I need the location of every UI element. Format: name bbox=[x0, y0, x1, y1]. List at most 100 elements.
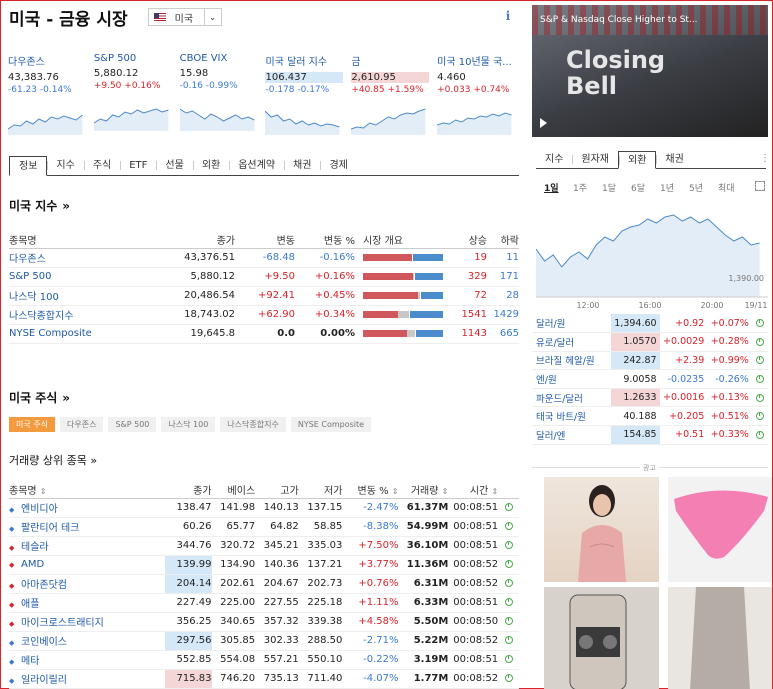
table-row[interactable]: ◆ AMD 139.99 134.90 140.36 137.21 +3.77% 11.36M… bbox=[9, 555, 519, 575]
table-row[interactable]: ◆ 마이크로스트래티지 356.25 340.65 357.32 339.38 +4.58%… bbox=[9, 612, 519, 632]
tab-0[interactable]: 정보 bbox=[9, 156, 48, 176]
table-row[interactable]: 파운드/달러 1.2633 +0.0016 +0.13% bbox=[532, 388, 768, 408]
country-select[interactable]: 미국 ⌄ bbox=[147, 8, 222, 26]
more-vertical-icon[interactable]: ⋮ bbox=[760, 153, 770, 164]
ticker-card[interactable]: CBOE VIX 15.98 -0.16 -0.99% bbox=[179, 53, 266, 135]
stock-name-cell[interactable]: ◆ 일라이릴리 bbox=[9, 669, 165, 689]
pair-name[interactable]: 브라질 헤알/원 bbox=[532, 351, 611, 371]
column-header[interactable]: 고가 bbox=[255, 481, 299, 499]
ad-image-blouse[interactable] bbox=[544, 477, 659, 582]
period-option[interactable]: 5년 bbox=[689, 181, 718, 194]
column-header[interactable]: 종목명 ⇕ bbox=[9, 481, 165, 499]
table-row[interactable]: 태국 바트/원 40.188 +0.205 +0.51% bbox=[532, 406, 768, 427]
stock-name-cell[interactable]: ◆ 애플 bbox=[9, 593, 165, 613]
tab-1[interactable]: 지수 bbox=[47, 156, 83, 175]
filter-chip[interactable]: S&P 500 bbox=[108, 417, 157, 432]
pair-name[interactable]: 태국 바트/원 bbox=[532, 406, 611, 427]
table-row[interactable]: 엔/원 9.0058 -0.0235 -0.26% bbox=[532, 369, 768, 389]
filter-chip[interactable]: NYSE Composite bbox=[290, 417, 372, 432]
table-row[interactable]: 달러/원 1,394.60 +0.92 +0.07% bbox=[532, 314, 768, 334]
pair-name[interactable]: 엔/원 bbox=[532, 369, 611, 389]
info-icon[interactable]: i bbox=[501, 9, 515, 23]
stock-name-cell[interactable]: ◆ 마이크로스트래티지 bbox=[9, 612, 165, 632]
column-header[interactable]: 거래량 ⇕ bbox=[398, 481, 449, 499]
index-name[interactable]: 나스닥종합지수 bbox=[9, 305, 139, 325]
period-option[interactable]: 6달 bbox=[631, 181, 660, 194]
ticker-card[interactable]: 다우존스 43,383.76 -61.23 -0.14% bbox=[8, 53, 94, 135]
stocks-heading[interactable]: 미국 주식 » bbox=[9, 389, 70, 406]
pair-name[interactable]: 유로/달러 bbox=[532, 332, 611, 352]
top-volume-link[interactable]: 거래량 상위 종목 » bbox=[9, 452, 97, 468]
table-row[interactable]: 달러/엔 154.85 +0.51 +0.33% bbox=[532, 425, 768, 445]
stock-name-cell[interactable]: ◆ 코인베이스 bbox=[9, 631, 165, 651]
stock-name-cell[interactable]: ◆ 메타 bbox=[9, 650, 165, 670]
filter-chip[interactable]: 나스닥종합지수 bbox=[220, 417, 286, 432]
table-row[interactable]: ◆ 팔란티어 테크 60.26 65.77 64.82 58.85 -8.38% 54.99M… bbox=[9, 517, 519, 537]
tab-5[interactable]: 외환 bbox=[192, 156, 229, 175]
table-row[interactable]: S&P 500 5,880.12 +9.50 +0.16% 329 171 bbox=[9, 267, 519, 287]
table-row[interactable]: ◆ 애플 227.49 225.00 227.55 225.18 +1.11% 6.33M 00… bbox=[9, 593, 519, 613]
table-row[interactable]: ◆ 아마존닷컴 204.14 202.61 204.67 202.73 +0.76% 6.31… bbox=[9, 574, 519, 594]
table-row[interactable]: 나스닥종합지수 18,743.02 +62.90 +0.34% 1541 1429 bbox=[9, 305, 519, 325]
table-row[interactable]: ◆ 메타 552.85 554.08 557.21 550.10 -0.22% 3.19M 00… bbox=[9, 650, 519, 670]
tab-2[interactable]: 주식 bbox=[83, 156, 120, 175]
period-option[interactable]: 1주 bbox=[573, 181, 602, 194]
video-player[interactable]: S&P & Nasdaq Close Higher to St... Closi… bbox=[532, 5, 768, 137]
tab-8[interactable]: 경제 bbox=[320, 156, 356, 175]
pair-name[interactable]: 달러/엔 bbox=[532, 425, 611, 445]
index-name[interactable]: 나스닥 100 bbox=[9, 286, 139, 306]
table-row[interactable]: 다우존스 43,376.51 -68.48 -0.16% 19 11 bbox=[9, 248, 519, 268]
table-row[interactable]: ◆ 코인베이스 297.56 305.85 302.33 288.50 -2.71% 5.22… bbox=[9, 631, 519, 651]
play-icon[interactable] bbox=[540, 118, 547, 128]
period-option[interactable]: 1달 bbox=[602, 181, 631, 194]
stock-name-cell[interactable]: ◆ 팔란티어 테크 bbox=[9, 517, 165, 537]
index-advances: 19 bbox=[445, 248, 487, 268]
column-header[interactable]: 종가 bbox=[164, 481, 212, 499]
indices-heading[interactable]: 미국 지수 » bbox=[9, 197, 70, 214]
ad-image-underwear[interactable] bbox=[668, 477, 772, 582]
period-option[interactable]: 1일 bbox=[544, 181, 573, 194]
column-header[interactable]: 변동 % ⇕ bbox=[342, 481, 399, 499]
ticker-card[interactable]: 미국 10년물 국... 4.460 +0.033 +0.74% bbox=[437, 53, 523, 135]
ticker-card[interactable]: 금 2,610.95 +40.85 +1.59% bbox=[351, 53, 437, 135]
market-tab[interactable]: 채권 bbox=[656, 151, 692, 168]
index-name[interactable]: 다우존스 bbox=[9, 248, 139, 268]
stock-name-cell[interactable]: ◆ 아마존닷컴 bbox=[9, 574, 165, 594]
period-option[interactable]: 1년 bbox=[660, 181, 689, 194]
table-row[interactable]: NYSE Composite 19,645.8 0.0 0.00% 1143 665 bbox=[9, 324, 519, 344]
clock-cell bbox=[498, 669, 519, 689]
ticker-card[interactable]: S&P 500 5,880.12 +9.50 +0.16% bbox=[93, 53, 180, 135]
table-row[interactable]: 브라질 헤알/원 242.87 +2.39 +0.99% bbox=[532, 351, 768, 371]
pair-name[interactable]: 파운드/달러 bbox=[532, 388, 611, 408]
tab-4[interactable]: 선물 bbox=[156, 156, 192, 175]
period-option[interactable]: 최대 bbox=[718, 181, 747, 194]
filter-chip[interactable]: 나스닥 100 bbox=[161, 417, 216, 432]
ad-image-phone-case[interactable] bbox=[544, 587, 659, 689]
index-declines: 1429 bbox=[487, 305, 519, 325]
stock-name-cell[interactable]: ◆ 엔비디아 bbox=[9, 498, 165, 518]
market-tab[interactable]: 지수 bbox=[536, 151, 572, 168]
filter-chip[interactable]: 미국 주식 bbox=[9, 417, 55, 432]
expand-icon[interactable] bbox=[755, 181, 765, 191]
index-name[interactable]: NYSE Composite bbox=[9, 324, 139, 344]
column-header[interactable]: 저가 bbox=[298, 481, 343, 499]
tab-7[interactable]: 채권 bbox=[284, 156, 320, 175]
table-row[interactable]: ◆ 일라이릴리 715.83 746.20 735.13 711.40 -4.07% 1.77… bbox=[9, 669, 519, 689]
tab-3[interactable]: ETF bbox=[120, 156, 156, 175]
table-row[interactable]: ◆ 엔비디아 138.47 141.98 140.13 137.15 -2.47% 61.37… bbox=[9, 498, 519, 518]
table-row[interactable]: 유로/달러 1.0570 +0.0029 +0.28% bbox=[532, 332, 768, 352]
tab-6[interactable]: 옵션계약 bbox=[229, 156, 284, 175]
index-name[interactable]: S&P 500 bbox=[9, 267, 139, 287]
stock-name-cell[interactable]: ◆ 테슬라 bbox=[9, 536, 165, 556]
market-tab[interactable]: 원자재 bbox=[572, 151, 618, 168]
column-header[interactable]: 시간 ⇕ bbox=[448, 481, 499, 499]
filter-chip[interactable]: 다우존스 bbox=[59, 417, 104, 432]
stock-name-cell[interactable]: ◆ AMD bbox=[9, 555, 165, 575]
ticker-card[interactable]: 미국 달러 지수 106.437 -0.178 -0.17% bbox=[265, 53, 351, 135]
column-header[interactable]: 베이스 bbox=[211, 481, 256, 499]
pair-name[interactable]: 달러/원 bbox=[532, 314, 611, 334]
ad-image-knit-dress[interactable] bbox=[668, 587, 772, 689]
table-row[interactable]: ◆ 테슬라 344.76 320.72 345.21 335.03 +7.50% 36.10M… bbox=[9, 536, 519, 556]
table-row[interactable]: 나스닥 100 20,486.54 +92.41 +0.45% 72 28 bbox=[9, 286, 519, 306]
market-tab[interactable]: 외환 bbox=[618, 151, 657, 169]
